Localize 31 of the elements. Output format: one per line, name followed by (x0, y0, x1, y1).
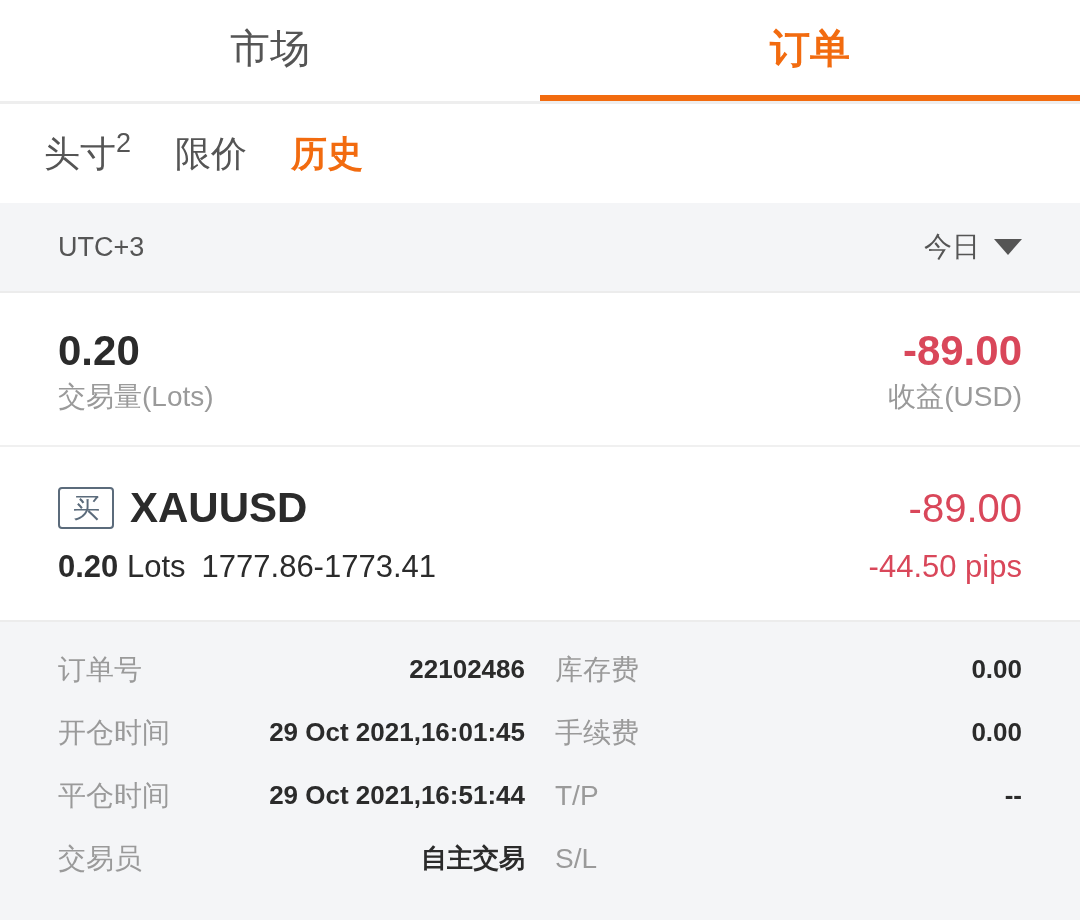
detail-label: 手续费 (555, 715, 639, 750)
sub-tab[interactable]: 限价 (175, 129, 248, 178)
detail-label: 交易员 (58, 841, 142, 876)
order-lots: 0.20 Lots (58, 548, 186, 586)
detail-value: 29 Oct 2021,16:51:44 (269, 779, 525, 812)
order-profit: -89.00 (908, 485, 1022, 531)
symbol: XAUUSD (130, 485, 308, 531)
order-pips: -44.50 pips (868, 548, 1022, 586)
volume-value: 0.20 (58, 327, 141, 375)
period-dropdown[interactable]: 今日 (924, 226, 1022, 268)
volume-label: 交易量(Lots) (58, 380, 214, 414)
detail-value: 29 Oct 2021,16:01:45 (269, 716, 525, 749)
detail-value: -- (1004, 779, 1022, 812)
detail-label: 库存费 (555, 652, 639, 687)
detail-value: 22102486 (409, 653, 525, 686)
detail-value: 0.00 (971, 716, 1022, 749)
detail-label: S/L (555, 841, 598, 876)
caret-icon (994, 239, 1022, 255)
tab[interactable]: 市场 (0, 0, 540, 101)
detail-label: 平仓时间 (58, 778, 170, 813)
detail-value: 0.00 (971, 653, 1022, 686)
side-tag: 买 (58, 487, 114, 529)
sub-tab[interactable]: 头寸$^{2}$ (44, 129, 132, 178)
profit-label: 收益(USD) (888, 380, 1022, 414)
detail-value: 自主交易 (421, 842, 525, 875)
profit-value: -89.00 (902, 327, 1022, 375)
detail-label: T/P (555, 778, 599, 813)
price-range: 1777.86-1773.41 (201, 548, 436, 586)
detail-label: 订单号 (58, 652, 142, 687)
timezone-label: UTC+3 (58, 230, 145, 264)
detail-label: 开仓时间 (58, 715, 170, 750)
